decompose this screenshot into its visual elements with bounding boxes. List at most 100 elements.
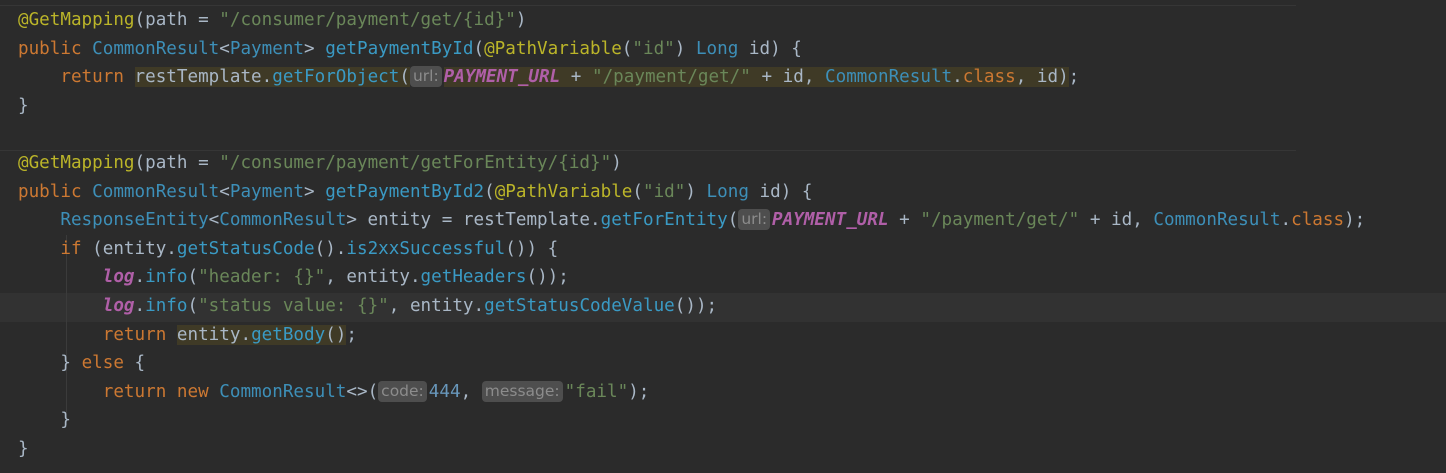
code-token: (: [399, 67, 410, 88]
code-token: , entity.: [325, 267, 421, 288]
code-token: CommonResult: [219, 210, 347, 231]
code-token: ): [674, 38, 696, 59]
code-line[interactable]: log.info("status value: {}", entity.getS…: [18, 292, 717, 321]
code-token: "/payment/get/": [920, 210, 1080, 231]
code-token: getBody: [251, 324, 326, 345]
code-token: CommonResult: [92, 38, 220, 59]
parameter-hint: url:: [409, 66, 442, 88]
code-token: Long: [706, 181, 749, 202]
code-token: , entity.: [388, 296, 485, 316]
code-token: +: [888, 210, 921, 231]
code-token: + id,: [750, 67, 826, 88]
code-token: (path =: [134, 153, 220, 173]
code-line[interactable]: if (entity.getStatusCode().is2xxSuccessf…: [18, 235, 558, 264]
code-token: return new: [102, 381, 220, 402]
code-token: "/consumer/payment/get/{id}": [219, 10, 516, 30]
code-token: return: [60, 67, 135, 88]
code-token: ());: [526, 267, 569, 288]
code-line[interactable]: return entity.getBody();: [18, 321, 357, 350]
code-token: (entity.: [81, 238, 177, 259]
code-token: PAYMENT_URL: [443, 67, 561, 88]
code-token: getPaymentById: [325, 38, 474, 59]
code-token: if: [60, 238, 82, 259]
code-line[interactable]: }: [18, 406, 71, 435]
code-token: .: [261, 67, 273, 88]
code-token: +: [560, 67, 592, 88]
code-token: "/payment/get/": [591, 67, 751, 88]
code-token: CommonResult: [92, 181, 220, 202]
code-token: getStatusCode: [176, 238, 315, 259]
code-token: (: [473, 38, 485, 59]
code-token: log: [102, 296, 135, 316]
code-token: (: [187, 267, 199, 288]
code-token: >: [304, 38, 326, 59]
code-line[interactable]: log.info("header: {}", entity.getHeaders…: [18, 263, 569, 292]
code-line[interactable]: } else {: [18, 349, 145, 378]
code-token: }: [18, 439, 29, 459]
code-token: getForEntity: [600, 210, 728, 231]
code-token: ): [611, 153, 622, 173]
code-token: (: [727, 210, 739, 231]
code-line[interactable]: }: [18, 92, 29, 121]
code-line[interactable]: public CommonResult<Payment> getPaymentB…: [18, 178, 812, 207]
code-token: restTemplate.: [462, 210, 601, 231]
code-token: (: [621, 38, 633, 59]
code-token: log: [102, 267, 135, 288]
code-token: }: [18, 95, 29, 116]
code-token: .: [240, 324, 252, 345]
code-token: ): [685, 181, 707, 202]
code-token: ());: [674, 296, 718, 316]
code-token: .: [1280, 210, 1292, 231]
code-token: (): [325, 324, 347, 345]
code-token: <: [219, 181, 230, 202]
code-token: entity: [176, 324, 241, 345]
code-token: CommonResult: [1153, 210, 1281, 231]
code-line[interactable]: return new CommonResult<>(code: 444, mess…: [18, 378, 649, 407]
code-token: "id": [632, 38, 675, 59]
code-token: }: [18, 410, 71, 431]
code-token: "fail": [564, 381, 629, 402]
code-token: "status value: {}": [198, 296, 389, 316]
code-line[interactable]: @GetMapping(path = "/consumer/payment/ge…: [18, 149, 622, 178]
parameter-hint: code:: [378, 380, 427, 402]
code-token: Payment: [229, 38, 305, 59]
code-token: id) {: [738, 38, 802, 59]
parameter-hint: url:: [738, 209, 771, 231]
code-token: , id): [1015, 67, 1069, 88]
code-token: <>(: [346, 381, 379, 402]
parameter-hint: message:: [481, 380, 563, 402]
code-token: @PathVariable: [494, 181, 633, 202]
code-line[interactable]: @GetMapping(path = "/consumer/payment/ge…: [18, 6, 526, 35]
code-token: .: [134, 296, 146, 316]
code-token: public: [18, 38, 93, 59]
code-token: );: [1344, 210, 1366, 231]
code-line[interactable]: return restTemplate.getForObject(url: PAY…: [18, 63, 1079, 92]
code-token: @GetMapping: [18, 153, 135, 173]
code-token: (: [484, 181, 495, 202]
code-token: @PathVariable: [484, 38, 622, 59]
code-token: class: [962, 67, 1016, 88]
code-line[interactable]: public CommonResult<Payment> getPaymentB…: [18, 35, 802, 64]
code-token: (path =: [134, 10, 220, 30]
code-token: PAYMENT_URL: [772, 210, 889, 231]
code-token: Long: [695, 38, 739, 59]
code-line[interactable]: }: [18, 435, 29, 464]
code-token: 444: [428, 381, 461, 402]
code-token: ): [515, 10, 527, 30]
code-token: getStatusCodeValue: [484, 296, 675, 316]
code-token: (: [632, 181, 643, 202]
code-editor[interactable]: @GetMapping(path = "/consumer/payment/ge…: [0, 0, 1446, 473]
code-token: "header: {}": [198, 267, 326, 288]
code-token: Payment: [229, 181, 305, 202]
code-token: >: [304, 181, 326, 202]
code-token: public: [18, 181, 93, 202]
code-token: is2xxSuccessful: [346, 238, 506, 259]
code-line[interactable]: ResponseEntity<CommonResult> entity = re…: [18, 206, 1365, 235]
code-token: ()) {: [505, 238, 559, 259]
code-token: ;: [1068, 67, 1080, 88]
